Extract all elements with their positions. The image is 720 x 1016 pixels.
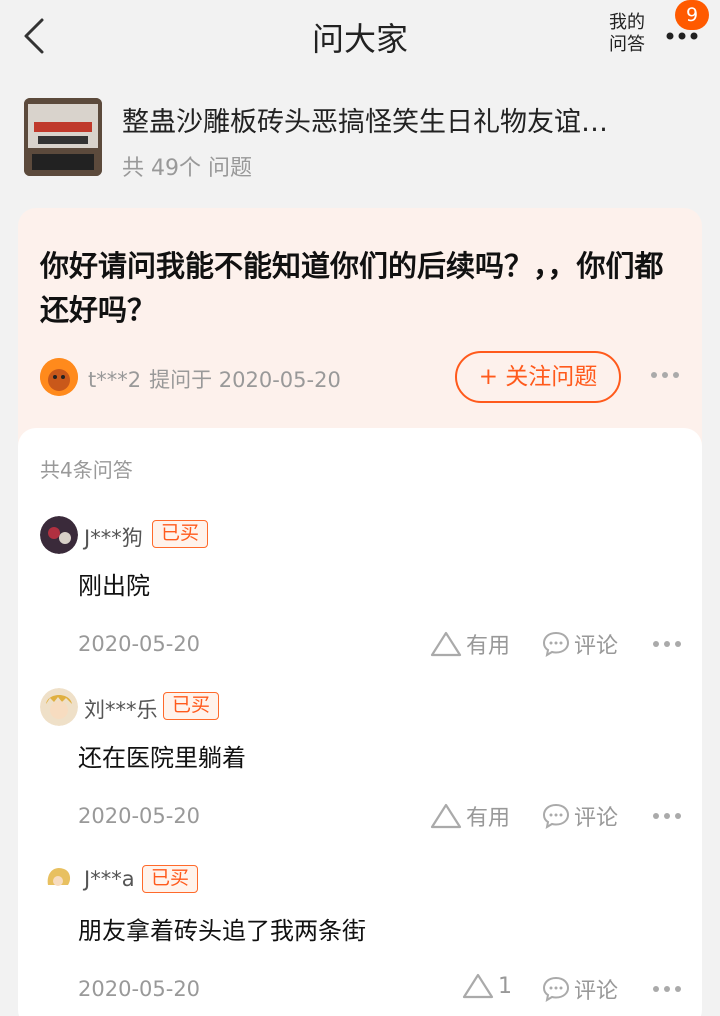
answer-text: 刚出院 bbox=[78, 572, 150, 600]
answer-count: 共4条问答 bbox=[40, 458, 133, 482]
purchased-badge: 已买 bbox=[142, 865, 199, 893]
asker-name: t***2 bbox=[88, 368, 142, 392]
question-more-button[interactable] bbox=[648, 365, 682, 385]
answerer-name: 刘***乐 bbox=[84, 698, 158, 722]
triangle-up-icon bbox=[430, 631, 462, 657]
comment-bubble-icon bbox=[542, 803, 570, 829]
useful-count: 1 bbox=[498, 973, 512, 999]
asked-date: 提问于 2020-05-20 bbox=[149, 368, 341, 392]
answerer-name: J***a bbox=[84, 867, 135, 891]
useful-label: 有用 bbox=[466, 806, 511, 831]
answer-item: J***狗 已买 刚出院 2020-05-20 有用 评论 bbox=[18, 516, 702, 688]
answer-text: 还在医院里躺着 bbox=[78, 744, 246, 772]
notification-badge: 9 bbox=[675, 0, 709, 30]
answer-item: J***a 已买 朋友拿着砖头追了我两条街 2020-05-20 1 评论 bbox=[18, 861, 702, 1016]
triangle-up-icon bbox=[430, 803, 462, 829]
comment-bubble-icon bbox=[542, 976, 570, 1002]
answer-more-button[interactable] bbox=[650, 634, 684, 654]
my-qa-label-2: 问答 bbox=[609, 34, 645, 55]
answer-date: 2020-05-20 bbox=[78, 632, 201, 656]
my-qa-label-1: 我的 bbox=[609, 12, 645, 33]
more-dots-icon bbox=[653, 813, 681, 819]
purchased-badge: 已买 bbox=[152, 520, 209, 548]
more-dots-icon bbox=[651, 372, 679, 378]
more-dots-icon bbox=[653, 641, 681, 647]
useful-button[interactable]: 有用 bbox=[430, 628, 510, 660]
product-summary[interactable]: 整蛊沙雕板砖头恶搞怪笑生日礼物友谊… 共 49个 问题 bbox=[0, 74, 720, 202]
answer-date: 2020-05-20 bbox=[78, 804, 201, 828]
answerer-name: J***狗 bbox=[84, 526, 143, 550]
asker-avatar bbox=[40, 358, 78, 396]
follow-question-button[interactable]: + 关注问题 bbox=[455, 351, 621, 403]
useful-button[interactable]: 1 bbox=[462, 973, 512, 999]
my-qa-link[interactable]: 我的 问答 bbox=[602, 12, 652, 56]
question-count: 共 49个 问题 bbox=[122, 156, 252, 181]
comment-button[interactable]: 评论 bbox=[542, 628, 618, 660]
comment-button[interactable]: 评论 bbox=[542, 973, 618, 1005]
comment-label: 评论 bbox=[574, 979, 619, 1004]
useful-button[interactable]: 有用 bbox=[430, 800, 510, 832]
answer-date: 2020-05-20 bbox=[78, 977, 201, 1001]
answer-more-button[interactable] bbox=[650, 806, 684, 826]
avatar bbox=[40, 688, 78, 726]
avatar bbox=[40, 861, 78, 899]
answer-item: 刘***乐 已买 还在医院里躺着 2020-05-20 有用 评论 bbox=[18, 688, 702, 860]
asker-meta: t***2 提问于 2020-05-20 bbox=[88, 364, 341, 394]
answer-text: 朋友拿着砖头追了我两条街 bbox=[78, 917, 366, 945]
answer-more-button[interactable] bbox=[650, 979, 684, 999]
product-title: 整蛊沙雕板砖头恶搞怪笑生日礼物友谊… bbox=[122, 107, 608, 138]
comment-bubble-icon bbox=[542, 631, 570, 657]
more-dots-icon bbox=[653, 986, 681, 992]
comment-button[interactable]: 评论 bbox=[542, 800, 618, 832]
useful-label: 有用 bbox=[466, 634, 511, 659]
top-bar: 问大家 我的 问答 9 bbox=[0, 0, 720, 74]
triangle-up-icon bbox=[462, 973, 494, 999]
product-thumbnail bbox=[24, 98, 102, 176]
avatar bbox=[40, 516, 78, 554]
answers-card: 共4条问答 J***狗 已买 刚出院 2020-05-20 有用 评论 刘***… bbox=[18, 428, 702, 1016]
question-text: 你好请问我能不能知道你们的后续吗？，，你们都还好吗？ bbox=[40, 249, 664, 327]
comment-label: 评论 bbox=[574, 806, 619, 831]
comment-label: 评论 bbox=[574, 634, 619, 659]
purchased-badge: 已买 bbox=[163, 692, 220, 720]
